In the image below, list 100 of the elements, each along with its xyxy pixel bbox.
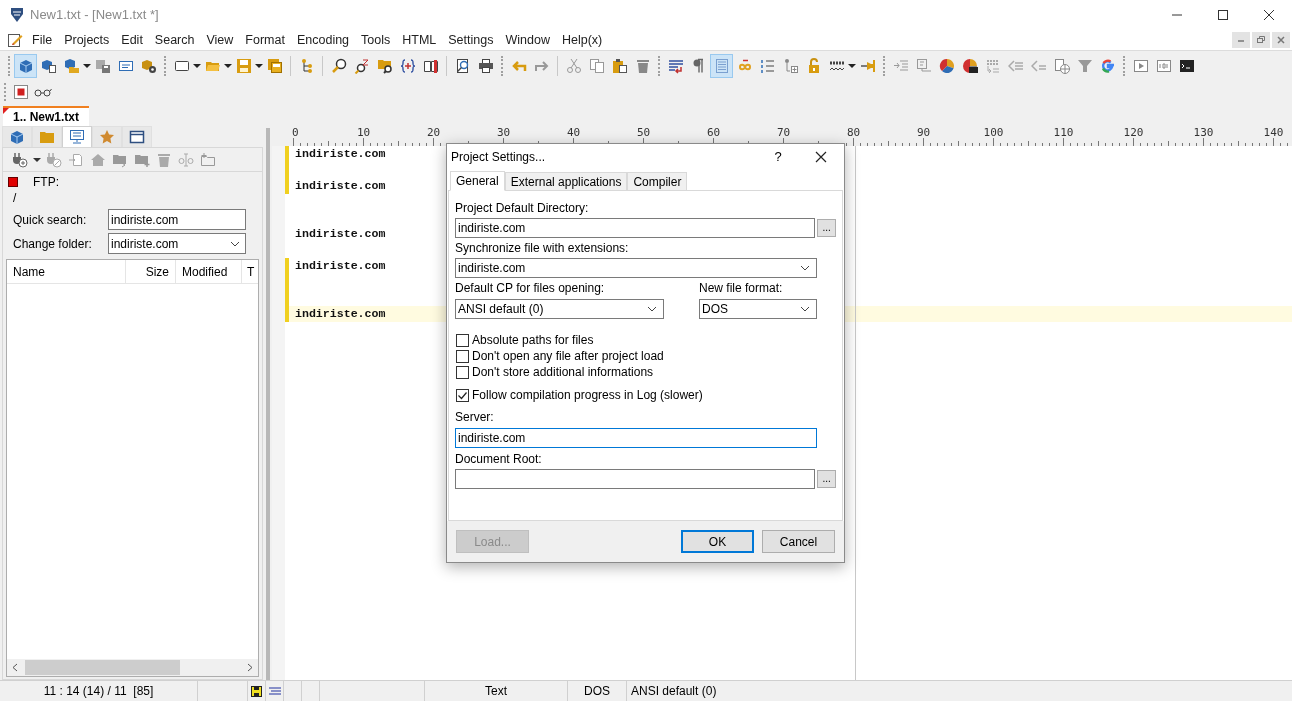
menu-item[interactable]: Tools [355,30,397,50]
panel-tab[interactable] [62,126,92,147]
menu-item[interactable]: Edit [115,30,149,50]
column-header[interactable]: Size [125,260,175,284]
tag-icon [1007,57,1024,74]
dropdown-field[interactable]: DOS [699,299,817,319]
checkbox[interactable] [456,349,469,363]
dialog-tab[interactable]: External applications [504,172,628,190]
menu-item[interactable]: HTML [396,30,443,50]
field-label: Default CP for files opening: [455,281,606,296]
pie-chart-icon [938,57,955,74]
dialog-tab[interactable]: Compiler [627,172,688,190]
dropdown-field[interactable]: indiriste.com [455,258,817,278]
code-line: indiriste.com [295,306,386,322]
menu-item[interactable]: Format [239,30,291,50]
column-select-icon [713,57,730,74]
browse-button[interactable]: ... [817,219,836,237]
app-icon [10,7,24,23]
search-field[interactable]: indiriste.com [108,209,246,230]
menu-item[interactable]: Projects [58,30,116,50]
plug-icon [46,151,62,168]
pencil-icon[interactable] [7,32,23,48]
checkbox-label[interactable]: Don't open any file after project load [472,347,664,365]
column-header[interactable]: T [241,260,259,284]
cursor-position: 11 : 14 (14) / 11 [85] [0,681,198,701]
new-folder-icon [200,151,216,168]
folder-icon [39,129,55,145]
input-field[interactable]: indiriste.com [455,428,817,448]
preview-icon [454,57,471,74]
dialog-button[interactable]: Cancel [762,530,835,553]
menu-item[interactable]: Encoding [290,30,356,50]
column-header[interactable]: Modified [175,260,241,284]
checkbox[interactable] [456,388,469,402]
code-line: indiriste.com [295,258,386,274]
search-icon [330,57,347,74]
menu-item[interactable]: Help(x) [555,30,609,50]
dialog-button[interactable]: OK [681,530,754,553]
checkbox[interactable] [456,333,469,347]
menu-item[interactable]: Settings [442,30,500,50]
horizontal-scrollbar[interactable] [7,659,258,676]
close-icon [815,151,827,163]
panel-tab[interactable] [2,126,32,147]
close-button[interactable] [1272,32,1290,48]
minimize-button[interactable] [1232,32,1250,48]
scrollbar-thumb[interactable] [25,660,180,675]
panel-toolbar-button[interactable] [11,150,29,169]
maximize-icon [1217,10,1229,20]
menu-item[interactable]: File [26,30,59,50]
dropdown-field[interactable]: ANSI default (0) [455,299,664,319]
file-type: Text [425,681,568,701]
help-button[interactable]: ? [758,144,798,170]
ruler-number: 50 [636,127,651,139]
ruler-number: 130 [1193,127,1214,139]
dialog-title: Project Settings... [451,149,546,166]
column-header[interactable]: Name [7,260,125,284]
pie-chart-icon [961,57,978,74]
scissors-icon [565,57,582,74]
monitor-icon [69,129,85,145]
plug-icon [12,151,28,168]
home-icon [90,151,106,168]
input-field[interactable] [455,469,816,489]
encoding: ANSI default (0) [630,683,717,700]
trash-icon [634,57,651,74]
chevron-icon[interactable] [647,306,657,312]
dropdown-field[interactable]: indiriste.com [108,233,246,254]
ruler-number: 40 [566,127,581,139]
code-line: indiriste.com [295,178,386,194]
cube-folder-icon [63,57,80,74]
document-tab[interactable]: 1.. New1.txt [3,106,90,126]
field-label: Document Root: [455,452,543,467]
input-field[interactable]: indiriste.com [455,218,816,238]
panel-tab[interactable] [122,126,152,147]
pushpin-icon [859,57,876,74]
book-icon [422,57,439,74]
menu-item[interactable]: View [200,30,240,50]
chevron-icon[interactable] [230,240,240,247]
binary-icon [1155,57,1172,74]
menu-item[interactable]: Window [499,30,556,50]
trash-icon [156,151,172,168]
restore-button[interactable] [1252,32,1270,48]
chevron-icon[interactable] [800,265,810,271]
chevron-icon[interactable] [800,306,810,312]
checkbox-label[interactable]: Don't store additional informations [472,363,654,381]
checkbox[interactable] [456,365,469,379]
copy-icon [588,57,605,74]
word-wrap-icon [667,57,684,74]
window-title: New1.txt - [New1.txt *] [30,6,159,25]
checkbox-label[interactable]: Absolute paths for files [472,331,594,349]
funnel-icon [1076,57,1093,74]
code-line: indiriste.com [295,226,386,242]
menu-item[interactable]: Search [148,30,201,50]
splitter-handle[interactable] [265,128,270,680]
close-icon [1263,10,1275,20]
ruler-number: 120 [1123,127,1144,139]
browse-button[interactable]: ... [817,470,836,488]
ruler-number: 10 [356,127,371,139]
cube-icon [9,129,25,145]
dialog-tab[interactable]: General [450,171,505,191]
checkbox-label[interactable]: Follow compilation progress in Log (slower) [472,386,703,404]
panel-toolbar-button[interactable] [199,150,217,169]
